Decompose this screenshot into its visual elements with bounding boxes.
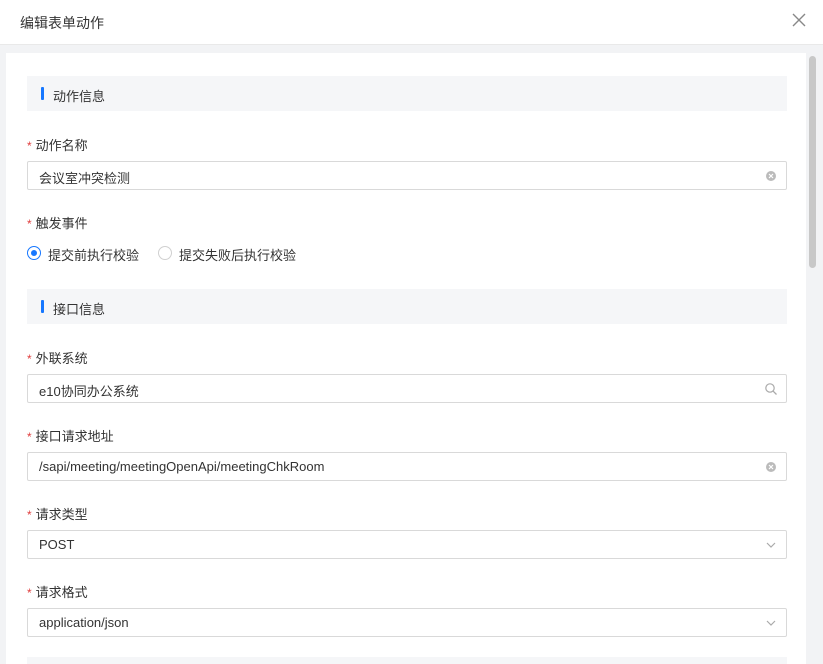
request-type-value: POST (39, 537, 75, 552)
section-accent-bar (41, 300, 44, 313)
external-system-label: * 外联系统 (27, 351, 88, 366)
modal-title: 编辑表单动作 (20, 15, 104, 31)
required-mark: * (27, 139, 32, 153)
request-format-label: * 请求格式 (27, 585, 88, 600)
scrollbar[interactable] (809, 53, 817, 664)
required-mark: * (27, 430, 32, 444)
required-mark: * (27, 352, 32, 366)
required-mark: * (27, 217, 32, 231)
radio-label: 提交前执行校验 (48, 248, 140, 263)
request-url-label: * 接口请求地址 (27, 429, 114, 444)
chevron-down-icon[interactable] (764, 616, 778, 630)
required-mark: * (27, 586, 32, 600)
request-url-value: /sapi/meeting/meetingOpenApi/meetingChkR… (39, 459, 325, 474)
chevron-down-icon[interactable] (764, 538, 778, 552)
radio-unchecked-icon (158, 246, 172, 260)
section-next-partial (27, 657, 787, 664)
request-format-select[interactable]: application/json (27, 608, 787, 637)
action-name-label: * 动作名称 (27, 138, 88, 153)
external-system-input[interactable]: e10协同办公系统 (27, 374, 787, 403)
modal-header: 编辑表单动作 (0, 0, 823, 45)
clear-icon[interactable] (764, 460, 778, 474)
section-title-api-info: 接口信息 (53, 302, 106, 317)
section-action-info: 动作信息 (27, 76, 787, 111)
request-url-input[interactable]: /sapi/meeting/meetingOpenApi/meetingChkR… (27, 452, 787, 481)
close-icon[interactable] (791, 12, 807, 28)
radio-checked-icon (27, 246, 41, 260)
external-system-value: e10协同办公系统 (39, 384, 139, 399)
search-icon[interactable] (764, 382, 778, 396)
radio-label: 提交失败后执行校验 (179, 248, 297, 263)
request-type-label: * 请求类型 (27, 507, 88, 522)
form-content: 动作信息 * 动作名称 会议室冲突检测 * 触发事件 提交前执行校验 提交失败后执行… (6, 53, 806, 664)
section-title-action-info: 动作信息 (53, 89, 106, 104)
trigger-event-label: * 触发事件 (27, 216, 88, 231)
section-accent-bar (41, 87, 44, 100)
action-name-value: 会议室冲突检测 (39, 171, 131, 186)
required-mark: * (27, 508, 32, 522)
request-type-select[interactable]: POST (27, 530, 787, 559)
request-format-value: application/json (39, 615, 129, 630)
action-name-input[interactable]: 会议室冲突检测 (27, 161, 787, 190)
section-api-info: 接口信息 (27, 289, 787, 324)
clear-icon[interactable] (764, 169, 778, 183)
scrollbar-thumb[interactable] (809, 56, 816, 268)
